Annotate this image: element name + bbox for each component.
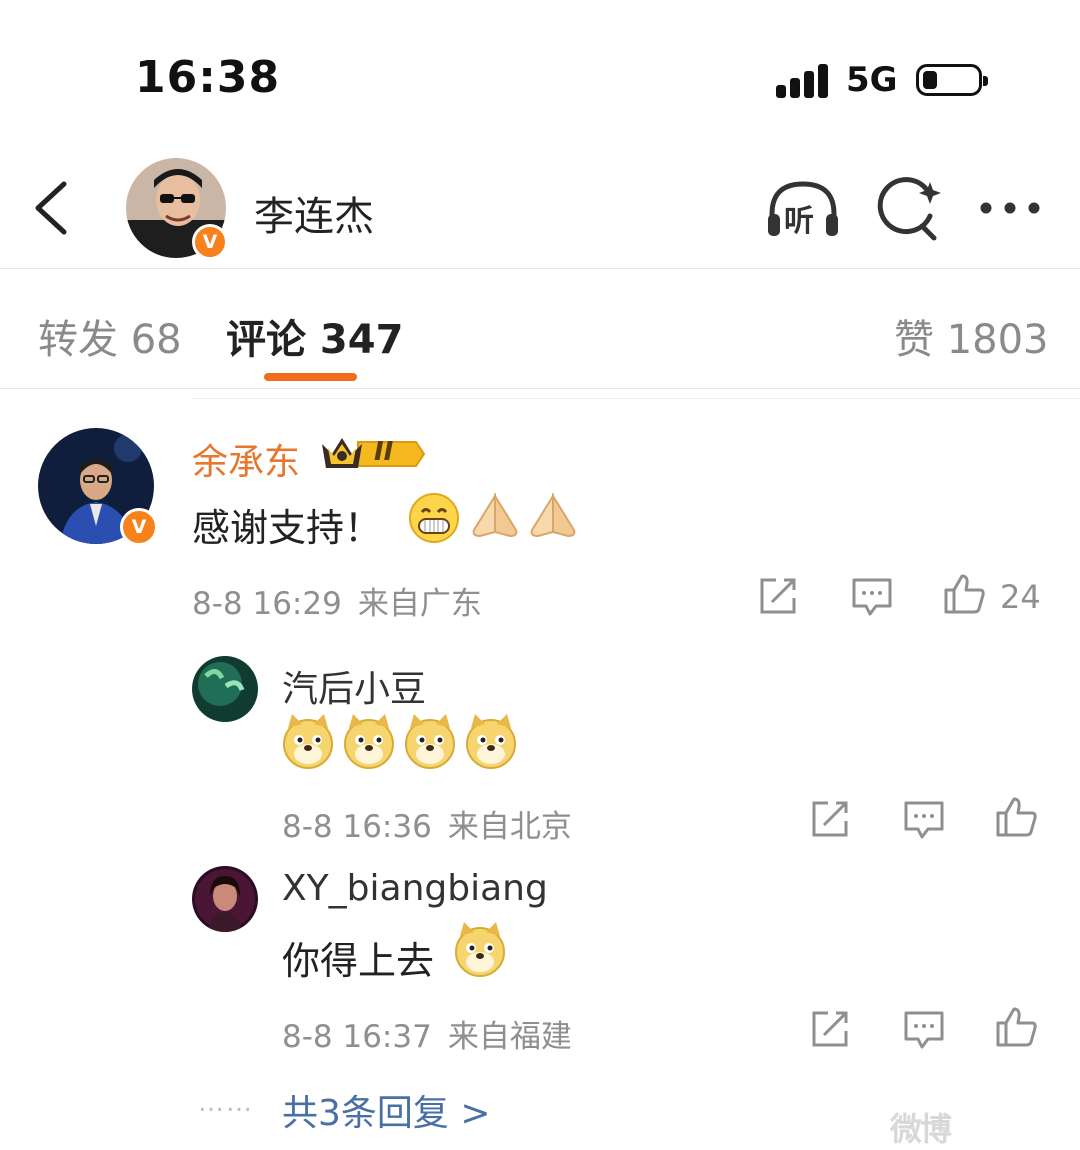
tab-comments[interactable]: 评论 347 (226, 307, 403, 365)
reply-user-name[interactable]: XY_biangbiang (282, 868, 548, 909)
tab-likes[interactable]: 赞 1803 (894, 307, 1049, 365)
list-divider (192, 398, 1080, 399)
network-label: 5G (846, 60, 898, 100)
like-icon[interactable] (994, 1005, 1038, 1049)
reply-icon[interactable] (902, 797, 946, 841)
reply-icon[interactable] (902, 1007, 946, 1051)
watermark: 微博 (890, 1110, 952, 1148)
comment-body: 感谢支持！ (192, 497, 382, 552)
reply-user-name[interactable]: 汽后小豆 (282, 660, 426, 712)
header-divider (0, 268, 1080, 269)
tabs-divider (0, 388, 1080, 389)
member-crown-badge (320, 434, 426, 474)
comment-date: 8-8 16:29 (192, 586, 342, 622)
battery-icon (916, 64, 988, 96)
doge-emoji (454, 922, 506, 978)
comment-text: 感谢支持！ (192, 506, 383, 550)
comment-location: 来自广东 (357, 586, 482, 622)
page-title[interactable]: 李连杰 (254, 184, 374, 242)
share-icon[interactable] (808, 1007, 852, 1051)
reply-date: 8-8 16:36 (282, 809, 432, 845)
pray-emoji (526, 490, 580, 542)
tab-reposts[interactable]: 转发 68 (38, 307, 182, 365)
signal-icon (776, 62, 830, 98)
more-replies-dots: …… (198, 1088, 254, 1118)
grin-emoji (408, 492, 460, 544)
reply-meta: 8-8 16:37 来自福建 (282, 1011, 572, 1056)
commenter-name[interactable]: 余承东 (192, 433, 300, 485)
pray-emoji (468, 490, 522, 542)
reply-emoji-row (282, 714, 522, 770)
reply-avatar[interactable] (192, 866, 258, 932)
reply-location: 来自福建 (447, 1019, 572, 1055)
member-level: II (374, 437, 394, 467)
like-count: 24 (1000, 578, 1041, 616)
search-icon[interactable] (872, 176, 950, 246)
verified-badge-icon: V (192, 224, 228, 260)
like-icon[interactable] (994, 795, 1038, 839)
more-icon[interactable] (978, 198, 1042, 218)
share-icon[interactable] (756, 574, 800, 618)
reply-avatar[interactable] (192, 656, 258, 722)
reply-meta: 8-8 16:36 来自北京 (282, 801, 572, 846)
like-icon[interactable] (942, 572, 986, 616)
comment-meta: 8-8 16:29 来自广东 (192, 578, 482, 623)
listen-label: 听 (784, 204, 814, 239)
active-tab-indicator (264, 373, 357, 381)
reply-date: 8-8 16:37 (282, 1019, 432, 1055)
back-icon[interactable] (30, 178, 78, 238)
share-icon[interactable] (808, 797, 852, 841)
verified-badge-icon: V (120, 508, 158, 546)
reply-text: 你得上去 (282, 939, 435, 983)
status-time: 16:38 (135, 52, 281, 103)
more-replies-link[interactable]: 共3条回复 > (282, 1084, 491, 1136)
reply-icon[interactable] (850, 574, 894, 618)
reply-location: 来自北京 (447, 809, 572, 845)
